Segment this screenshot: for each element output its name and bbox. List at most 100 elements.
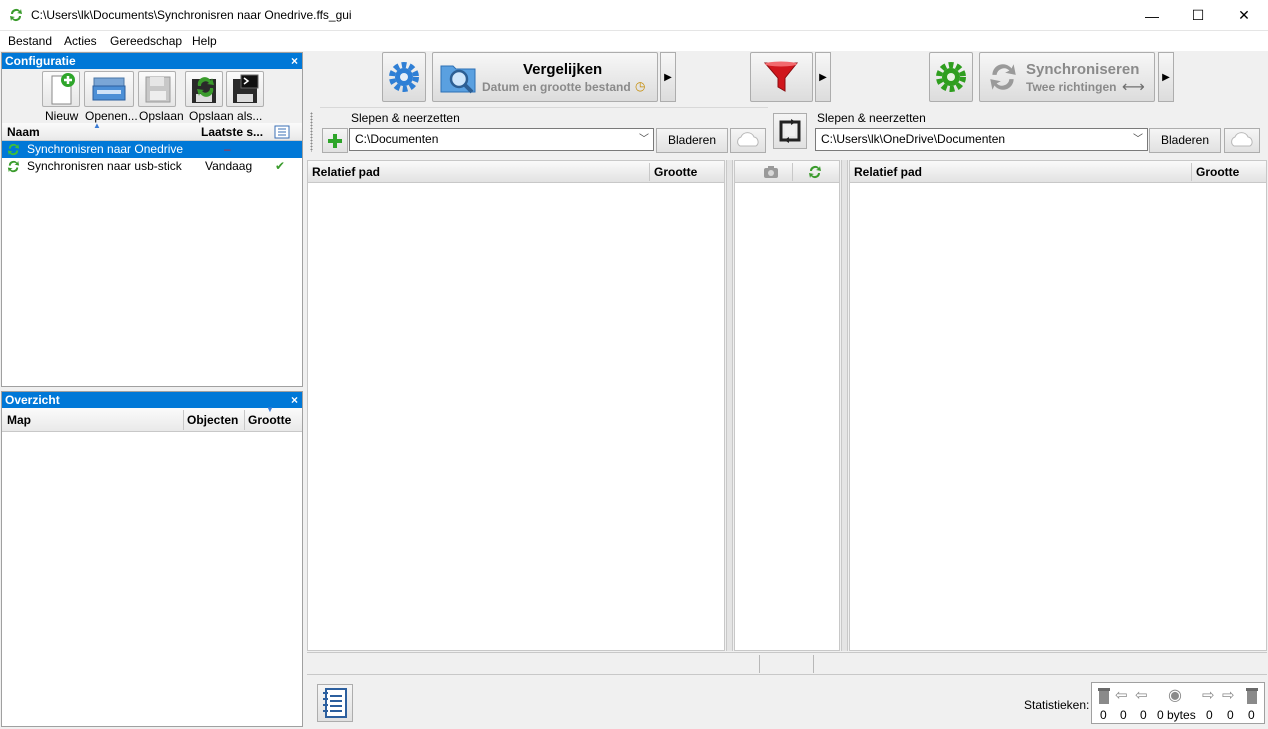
column-naam[interactable]: Naam bbox=[7, 125, 40, 139]
compare-label: Vergelijken bbox=[523, 61, 603, 78]
sync-config-icon bbox=[7, 143, 20, 156]
maximize-button[interactable]: ☐ bbox=[1175, 0, 1221, 31]
column-grootte[interactable]: Grootte bbox=[248, 413, 291, 427]
sort-ascending-icon: ▲ bbox=[93, 121, 101, 130]
menu-bestand[interactable]: Bestand bbox=[8, 34, 52, 48]
clock-icon: ◷ bbox=[635, 79, 646, 93]
right-file-grid[interactable]: Relatief pad Grootte bbox=[849, 160, 1267, 651]
column-objecten[interactable]: Objecten bbox=[187, 413, 238, 427]
filter-dropdown-button[interactable]: ▶ bbox=[815, 52, 831, 102]
save-config-icon bbox=[145, 76, 171, 103]
left-browse-button[interactable]: Bladeren bbox=[656, 128, 728, 153]
compare-button[interactable]: Vergelijken Datum en grootte bestand ◷ bbox=[432, 52, 658, 102]
new-config-icon bbox=[51, 73, 75, 105]
menu-help[interactable]: Help bbox=[192, 34, 217, 48]
left-column-relative-path[interactable]: Relatief pad bbox=[312, 165, 380, 179]
log-notebook-icon bbox=[323, 688, 347, 718]
stat-delete-right: 0 bbox=[1248, 708, 1255, 722]
stat-create-right: 0 bbox=[1227, 708, 1234, 722]
stat-create-left: 0 bbox=[1120, 708, 1127, 722]
stat-delete-left: 0 bbox=[1100, 708, 1107, 722]
statistics-box: ⇦ ⇦ ◉ ⇨ ⇨ 0 0 0 0 bytes 0 0 0 bbox=[1091, 682, 1265, 724]
update-left-icon: ⇦ bbox=[1135, 687, 1148, 704]
dropdown-arrow-icon: ▶ bbox=[664, 71, 672, 83]
create-right-icon: ⇨ bbox=[1222, 687, 1235, 704]
right-splitter[interactable] bbox=[841, 160, 848, 651]
sync-settings-button[interactable] bbox=[929, 52, 973, 102]
freefilesync-app-icon bbox=[10, 9, 22, 22]
config-pane-header: Configuratie × bbox=[2, 53, 302, 69]
sync-dropdown-button[interactable]: ▶ bbox=[1158, 52, 1174, 102]
config-row-onedrive[interactable]: Synchronisren naar Onedrive – bbox=[2, 141, 302, 158]
main-toolbar: Vergelijken Datum en grootte bestand ◷ ▶… bbox=[309, 51, 1268, 105]
right-cloud-button[interactable] bbox=[1224, 128, 1260, 153]
data-disk-icon: ◉ bbox=[1168, 687, 1182, 704]
chevron-down-icon[interactable]: ﹀ bbox=[639, 129, 649, 150]
compare-settings-button[interactable] bbox=[382, 52, 426, 102]
right-grid-header: Relatief pad Grootte bbox=[850, 161, 1266, 183]
folder-bar-grip[interactable] bbox=[310, 112, 313, 152]
close-window-button[interactable]: ✕ bbox=[1221, 0, 1267, 31]
right-column-size[interactable]: Grootte bbox=[1196, 165, 1239, 179]
menu-gereedschap[interactable]: Gereedschap bbox=[110, 34, 182, 48]
right-column-relative-path[interactable]: Relatief pad bbox=[854, 165, 922, 179]
swap-sides-button[interactable] bbox=[773, 113, 807, 149]
save-as-config-button[interactable] bbox=[185, 71, 223, 107]
config-row-usb-stick[interactable]: Synchronisren naar usb-stick Vandaag ✔ bbox=[2, 158, 302, 175]
open-config-button[interactable] bbox=[84, 71, 134, 107]
save-config-button[interactable] bbox=[138, 71, 176, 107]
left-column-size[interactable]: Grootte bbox=[654, 165, 697, 179]
config-pane-close-button[interactable]: × bbox=[291, 53, 298, 69]
minimize-icon: — bbox=[1145, 7, 1159, 24]
overview-column-header: Map Objecten Grootte ▼ bbox=[2, 405, 302, 432]
left-grid-header: Relatief pad Grootte bbox=[308, 161, 724, 183]
column-divider bbox=[1191, 163, 1192, 181]
left-file-grid[interactable]: Relatief pad Grootte bbox=[307, 160, 725, 651]
right-folder-input[interactable]: C:\Users\lk\OneDrive\Documenten ﹀ bbox=[815, 128, 1148, 151]
overview-pane-close-button[interactable]: × bbox=[291, 392, 298, 408]
save-as-batch-button[interactable] bbox=[226, 71, 264, 107]
column-map[interactable]: Map bbox=[7, 413, 31, 427]
show-log-button[interactable] bbox=[317, 684, 353, 722]
config-last-sync: – bbox=[224, 142, 231, 156]
status-bar bbox=[307, 652, 1267, 675]
create-left-icon: ⇦ bbox=[1115, 687, 1128, 704]
update-right-icon: ⇨ bbox=[1202, 687, 1215, 704]
plus-icon bbox=[328, 134, 342, 148]
window-title: C:\Users\lk\Documents\Synchronisren naar… bbox=[31, 8, 352, 22]
sync-arrows-icon bbox=[990, 64, 1016, 90]
right-drag-drop-label: Slepen & neerzetten bbox=[817, 111, 926, 125]
new-config-button[interactable] bbox=[42, 71, 80, 107]
middle-grid-header bbox=[735, 161, 839, 183]
left-splitter[interactable] bbox=[726, 160, 733, 651]
left-folder-input[interactable]: C:\Documenten ﹀ bbox=[349, 128, 654, 151]
camera-icon[interactable] bbox=[763, 165, 779, 179]
middle-action-grid[interactable] bbox=[734, 160, 840, 651]
synchronize-button[interactable]: Synchroniseren Twee richtingen ⟷ bbox=[979, 52, 1155, 102]
compare-settings-gear-icon bbox=[389, 62, 419, 92]
column-divider bbox=[183, 410, 184, 430]
filter-button[interactable] bbox=[750, 52, 813, 102]
success-check-icon: ✔ bbox=[275, 159, 286, 173]
save-as-config-label: Opslaan als... bbox=[189, 109, 263, 123]
sync-settings-gear-icon bbox=[936, 62, 966, 92]
bottom-bar: Statistieken: ⇦ ⇦ ◉ ⇨ ⇨ 0 0 0 0 bytes 0 … bbox=[309, 678, 1268, 728]
compare-dropdown-button[interactable]: ▶ bbox=[660, 52, 676, 102]
column-options-icon[interactable] bbox=[274, 125, 290, 139]
column-laatste-sync[interactable]: Laatste s... bbox=[201, 125, 263, 139]
config-toolbar: Nieuw Openen... Opslaan Opslaan als... bbox=[2, 69, 302, 123]
menu-acties[interactable]: Acties bbox=[64, 34, 97, 48]
stat-update-left: 0 bbox=[1140, 708, 1147, 722]
chevron-down-icon[interactable]: ﹀ bbox=[1133, 129, 1143, 150]
sync-direction-icon[interactable] bbox=[807, 164, 823, 180]
status-divider bbox=[759, 655, 760, 673]
left-folder-path: C:\Documenten bbox=[355, 132, 439, 146]
add-folder-pair-button[interactable] bbox=[322, 128, 348, 153]
sort-descending-icon: ▼ bbox=[266, 405, 274, 414]
left-cloud-button[interactable] bbox=[730, 128, 766, 153]
overview-pane-header: Overzicht × bbox=[2, 392, 302, 408]
minimize-button[interactable]: — bbox=[1129, 0, 1175, 31]
sync-config-icon bbox=[7, 160, 20, 173]
right-browse-button[interactable]: Bladeren bbox=[1149, 128, 1221, 153]
filter-funnel-icon bbox=[763, 61, 799, 92]
